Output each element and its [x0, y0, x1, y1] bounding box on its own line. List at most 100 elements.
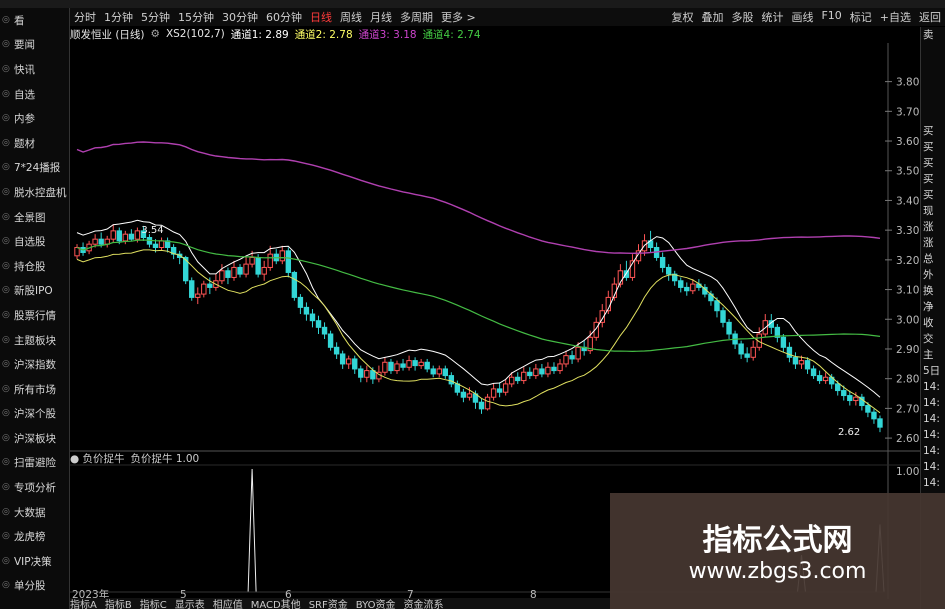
indicator-tab[interactable]: 指标B — [105, 598, 132, 609]
toolbar-action[interactable]: 多股 — [727, 9, 757, 25]
sidebar-item[interactable]: ◎ 快讯 — [0, 57, 69, 82]
nav-icon: ◎ — [2, 555, 10, 566]
price-tick-label: 3.10 — [896, 285, 919, 297]
period-tab[interactable]: 更多 > — [437, 9, 480, 25]
sidebar-item[interactable]: ◎ 大数据 — [0, 500, 69, 525]
sidebar-item[interactable]: ◎ 单分股 — [0, 574, 69, 599]
sidebar-item-label: 要闻 — [14, 39, 35, 52]
quote-row: 换 — [923, 285, 934, 297]
sidebar-item[interactable]: ◎ 要闻 — [0, 33, 69, 58]
candle-body — [122, 233, 129, 242]
price-tick-label: 2.70 — [896, 403, 919, 415]
nav-icon: ◎ — [2, 580, 10, 591]
quote-row: 14: — [923, 445, 940, 457]
price-tick-label: 2.60 — [896, 433, 919, 445]
candle-body — [835, 383, 841, 392]
sidebar-item[interactable]: ◎ 题材 — [0, 131, 69, 156]
candle-body — [98, 238, 104, 245]
period-tab[interactable]: 1分钟 — [100, 9, 137, 25]
candle-body — [786, 346, 793, 358]
period-tab[interactable]: 60分钟 — [262, 9, 306, 25]
indicator-tab[interactable]: 指标A — [70, 598, 97, 609]
period-tab[interactable]: 分时 — [70, 9, 100, 25]
toolbar-action[interactable]: 标记 — [846, 9, 876, 25]
sidebar-item[interactable]: ◎ 持仓股 — [0, 254, 69, 279]
sidebar-item[interactable]: ◎ 自选股 — [0, 229, 69, 254]
nav-icon: ◎ — [2, 309, 10, 320]
toolbar-action[interactable]: 返回 — [915, 9, 945, 25]
period-tab[interactable]: 15分钟 — [174, 9, 218, 25]
indicator-tab[interactable]: MACD其他 — [251, 598, 301, 609]
indicator-tab[interactable]: 显示表 — [175, 598, 205, 609]
candle-body — [134, 230, 141, 240]
nav-icon: ◎ — [2, 482, 10, 493]
sidebar-item[interactable]: ◎ 自选 — [0, 82, 69, 107]
high-price-label: 3.54 — [141, 225, 163, 236]
nav-icon: ◎ — [2, 457, 10, 468]
sidebar-item[interactable]: ◎ 内参 — [0, 106, 69, 131]
quote-row: 14: — [923, 429, 940, 441]
sidebar-item[interactable]: ◎ 扫雷避险 — [0, 451, 69, 476]
quote-row: 买 — [923, 189, 934, 201]
sidebar-item[interactable]: ◎ 新股IPO — [0, 279, 69, 304]
sidebar-item[interactable]: ◎ 股票行情 — [0, 303, 69, 328]
period-toolbar: 分时 1分钟 5分钟 15分钟 30分钟 60分钟 日线 周线 月线 多周期 更多 > 复权 叠加 多股… — [70, 8, 945, 26]
indicator-tab[interactable]: 指标C — [140, 598, 167, 609]
quote-row — [921, 107, 945, 123]
candle-body — [853, 396, 859, 402]
sidebar-item[interactable]: ◎ 沪深指数 — [0, 352, 69, 377]
quote-row: 主 — [923, 349, 934, 361]
indicator-tab[interactable]: 相应值 — [213, 598, 243, 609]
toolbar-action[interactable]: +自选 — [876, 9, 915, 25]
nav-icon: ◎ — [2, 186, 10, 197]
candle-body — [798, 360, 805, 365]
nav-icon: ◎ — [2, 506, 10, 517]
sidebar-item[interactable]: ◎ 7*24播报 — [0, 156, 69, 181]
candle-body — [110, 230, 116, 240]
nav-icon: ◎ — [2, 408, 10, 419]
quote-row — [921, 59, 945, 75]
toolbar-action[interactable]: 复权 — [667, 9, 697, 25]
indicator-tab[interactable]: 资金流系 — [404, 598, 444, 609]
sidebar-item[interactable]: ◎ 脱水控盘机 — [0, 180, 69, 205]
quote-row: 总 — [923, 253, 934, 265]
quote-row: 交 — [923, 333, 934, 345]
sidebar-item[interactable]: ◎ VIP决策 — [0, 549, 69, 574]
indicator-tab[interactable]: BYO资金 — [356, 598, 396, 609]
sidebar-item[interactable]: ◎ 龙虎榜 — [0, 524, 69, 549]
price-tick-label: 3.50 — [896, 166, 919, 178]
candle-body — [219, 270, 225, 282]
nav-icon: ◎ — [2, 162, 10, 173]
sidebar-item[interactable]: ◎ 全景图 — [0, 205, 69, 230]
period-tab[interactable]: 多周期 — [396, 9, 437, 25]
period-tab[interactable]: 月线 — [366, 9, 396, 25]
toolbar-action[interactable]: 叠加 — [697, 9, 727, 25]
sub-axis-label: 1.00 — [896, 466, 919, 478]
sidebar-item[interactable]: ◎ 沪深个股 — [0, 402, 69, 427]
candle-body — [339, 353, 346, 365]
candle-body — [309, 313, 316, 322]
window-top-strip — [0, 0, 945, 8]
quote-row: 涨 — [923, 237, 934, 249]
period-tab[interactable]: 30分钟 — [218, 9, 262, 25]
quote-row: 现 — [923, 205, 934, 217]
quote-row: 买 — [923, 173, 934, 185]
toolbar-action[interactable]: 画线 — [787, 9, 817, 25]
sidebar-item-label: 自选股 — [14, 236, 46, 249]
toolbar-action[interactable]: 统计 — [757, 9, 787, 25]
sidebar-item-label: 大数据 — [14, 506, 46, 519]
sidebar-item[interactable]: ◎ 主题板块 — [0, 328, 69, 353]
candle-body — [291, 271, 298, 298]
toolbar-action[interactable]: F10 — [817, 9, 845, 25]
sidebar-item[interactable]: ◎ 沪深板块 — [0, 426, 69, 451]
period-tab[interactable]: 周线 — [336, 9, 366, 25]
candle-body — [406, 360, 412, 368]
price-tick-label: 3.40 — [896, 195, 919, 207]
sidebar-item[interactable]: ◎ 所有市场 — [0, 377, 69, 402]
candle-body — [496, 388, 503, 393]
period-tab[interactable]: 日线 — [306, 9, 336, 25]
sidebar-item[interactable]: ◎ 看 — [0, 8, 69, 33]
indicator-tab[interactable]: SRF资金 — [309, 598, 348, 609]
sidebar-item[interactable]: ◎ 专项分析 — [0, 475, 69, 500]
period-tab[interactable]: 5分钟 — [137, 9, 174, 25]
